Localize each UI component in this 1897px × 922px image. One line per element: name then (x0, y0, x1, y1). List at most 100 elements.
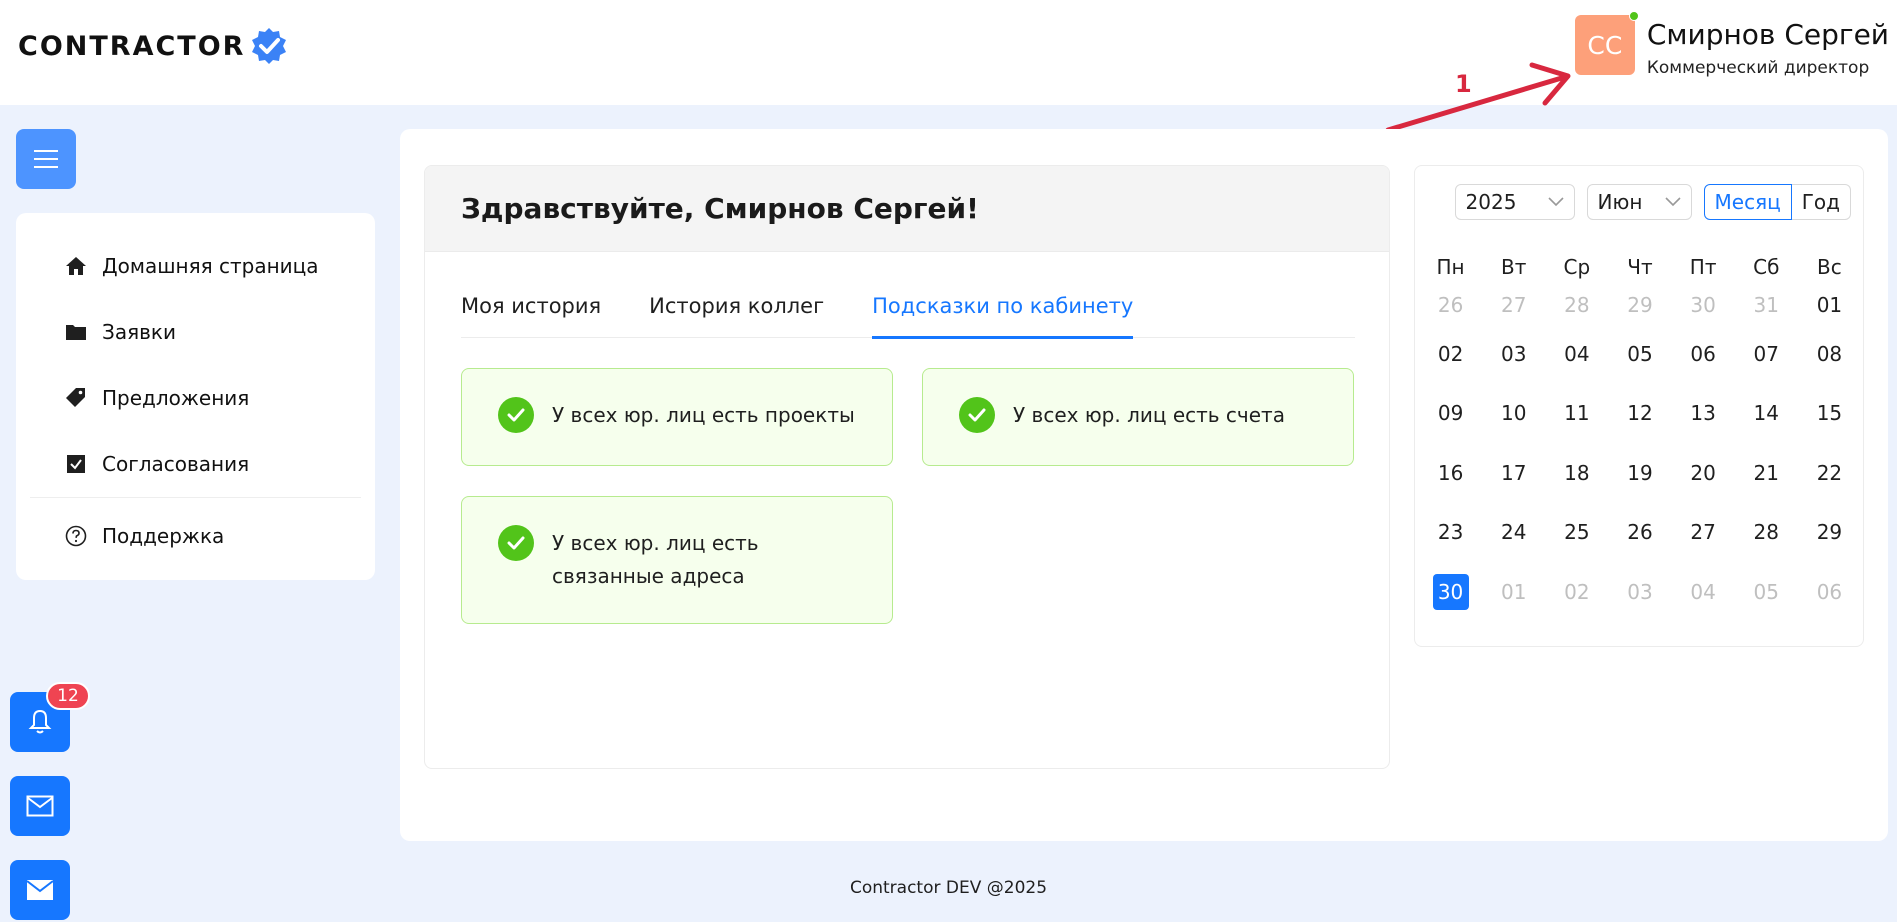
calendar-day[interactable]: 22 (1798, 443, 1861, 503)
welcome-header: Здравствуйте, Смирнов Сергей! (425, 166, 1389, 252)
calendar-day[interactable]: 03 (1608, 562, 1671, 622)
calendar-day[interactable]: 10 (1482, 384, 1545, 444)
calendar-mode-switch: Месяц Год (1703, 184, 1851, 220)
sidebar-item-label: Поддержка (102, 523, 225, 548)
calendar-day-number: 23 (1437, 520, 1464, 545)
user-role: Коммерческий директор (1646, 58, 1870, 78)
calendar-day[interactable]: 08 (1798, 324, 1861, 384)
mode-month-button[interactable]: Месяц (1703, 184, 1792, 220)
check-circle-icon (959, 397, 995, 433)
calendar-day[interactable]: 26 (1419, 286, 1482, 324)
calendar-day[interactable]: 05 (1608, 324, 1671, 384)
weekday-header: Пт (1689, 255, 1717, 279)
sidebar-item-label: Предложения (102, 386, 250, 410)
hint-card: У всех юр. лиц есть связанные адреса (461, 496, 893, 624)
messages-button[interactable] (10, 776, 70, 836)
sidebar-item-approvals[interactable]: Согласования (30, 431, 361, 497)
calendar-day-number: 31 (1753, 293, 1779, 317)
calendar-day[interactable]: 28 (1735, 503, 1798, 563)
month-select[interactable]: Июн (1586, 184, 1692, 220)
calendar-day[interactable]: 29 (1608, 286, 1671, 324)
calendar-day-number: 15 (1816, 401, 1843, 426)
calendar-day[interactable]: 29 (1798, 503, 1861, 563)
calendar-day-number: 29 (1816, 520, 1843, 545)
calendar-day[interactable]: 06 (1798, 562, 1861, 622)
hint-text: У всех юр. лиц есть связанные адреса (552, 531, 759, 588)
calendar-day[interactable]: 27 (1672, 503, 1735, 563)
tab-my-history[interactable]: Моя история (461, 278, 601, 338)
calendar-day-number: 30 (1432, 573, 1469, 610)
avatar[interactable]: СС (1574, 11, 1639, 75)
sidebar-item-support[interactable]: Поддержка (30, 498, 361, 573)
sidebar-item-home[interactable]: Домашняя страница (30, 233, 361, 299)
calendar-day[interactable]: 03 (1482, 324, 1545, 384)
calendar-day[interactable]: 04 (1672, 562, 1735, 622)
sidebar-item-label: Согласования (102, 452, 250, 476)
calendar-day[interactable]: 01 (1798, 286, 1861, 324)
calendar-day[interactable]: 24 (1482, 503, 1545, 563)
chevron-down-icon (1547, 197, 1564, 207)
weekday-header: Вт (1501, 255, 1527, 279)
calendar-day[interactable]: 16 (1419, 443, 1482, 503)
weekday-header: Чт (1627, 255, 1653, 279)
tab-colleagues-history[interactable]: История коллег (649, 278, 824, 338)
calendar-day-number: 16 (1437, 460, 1464, 485)
calendar-day[interactable]: 21 (1735, 443, 1798, 503)
calendar-day-number: 03 (1627, 579, 1653, 604)
calendar-day-number: 30 (1690, 293, 1716, 317)
calendar-day-number: 14 (1753, 401, 1779, 426)
calendar-day[interactable]: 06 (1672, 324, 1735, 384)
check-square-icon (64, 452, 88, 476)
calendar-day[interactable]: 02 (1545, 562, 1608, 622)
online-status-dot (1628, 11, 1639, 21)
calendar-day[interactable]: 31 (1735, 286, 1798, 324)
calendar-day[interactable]: 19 (1608, 443, 1671, 503)
calendar-day-number: 28 (1753, 520, 1779, 545)
calendar-day-number: 27 (1500, 293, 1527, 317)
menu-toggle-button[interactable] (16, 129, 76, 189)
calendar-day[interactable]: 04 (1545, 324, 1608, 384)
calendar-day[interactable]: 07 (1735, 324, 1798, 384)
notifications-button[interactable]: 12 (10, 682, 90, 752)
calendar-day[interactable]: 23 (1419, 503, 1482, 563)
calendar-day[interactable]: 20 (1672, 443, 1735, 503)
calendar-day[interactable]: 30 (1419, 562, 1482, 622)
calendar-day-number: 25 (1564, 520, 1590, 545)
tab-cabinet-hints[interactable]: Подсказки по кабинету (872, 278, 1134, 339)
mode-year-button[interactable]: Год (1791, 184, 1851, 220)
calendar-day-number: 10 (1500, 401, 1527, 426)
calendar-day[interactable]: 18 (1545, 443, 1608, 503)
calendar-day[interactable]: 11 (1545, 384, 1608, 444)
hint-card: У всех юр. лиц есть счета (922, 368, 1354, 466)
calendar-day[interactable]: 25 (1545, 503, 1608, 563)
calendar-day-number: 05 (1753, 579, 1779, 604)
logo-text: CONTRACTOR (18, 30, 246, 62)
user-profile[interactable]: СС Смирнов Сергей Коммерческий директор (1574, 11, 1889, 78)
calendar-day-number: 18 (1564, 460, 1590, 485)
calendar-day[interactable]: 13 (1672, 384, 1735, 444)
calendar-day-number: 04 (1690, 579, 1716, 604)
calendar-day[interactable]: 01 (1482, 562, 1545, 622)
calendar-day[interactable]: 09 (1419, 384, 1482, 444)
calendar-day[interactable]: 05 (1735, 562, 1798, 622)
calendar-day[interactable]: 15 (1798, 384, 1861, 444)
welcome-title: Здравствуйте, Смирнов Сергей! (461, 192, 979, 225)
calendar-day[interactable]: 27 (1482, 286, 1545, 324)
calendar-day-number: 13 (1690, 401, 1716, 426)
user-info: Смирнов Сергей Коммерческий директор (1647, 15, 1889, 78)
sidebar-item-offers[interactable]: Предложения (30, 365, 361, 431)
year-select[interactable]: 2025 (1454, 184, 1575, 220)
calendar-day[interactable]: 02 (1419, 324, 1482, 384)
logo[interactable]: CONTRACTOR (18, 26, 289, 66)
calendar-day[interactable]: 30 (1672, 286, 1735, 324)
calendar-day-number: 26 (1627, 520, 1653, 545)
calendar-day[interactable]: 26 (1608, 503, 1671, 563)
sidebar-item-requests[interactable]: Заявки (30, 299, 361, 365)
calendar-day[interactable]: 12 (1608, 384, 1671, 444)
calendar-day-number: 12 (1627, 401, 1653, 426)
calendar-day[interactable]: 14 (1735, 384, 1798, 444)
calendar-day-number: 26 (1437, 293, 1464, 317)
calendar-day[interactable]: 17 (1482, 443, 1545, 503)
sidebar: Домашняя страница Заявки Предложения Сог… (16, 213, 375, 580)
calendar-day[interactable]: 28 (1545, 286, 1608, 324)
